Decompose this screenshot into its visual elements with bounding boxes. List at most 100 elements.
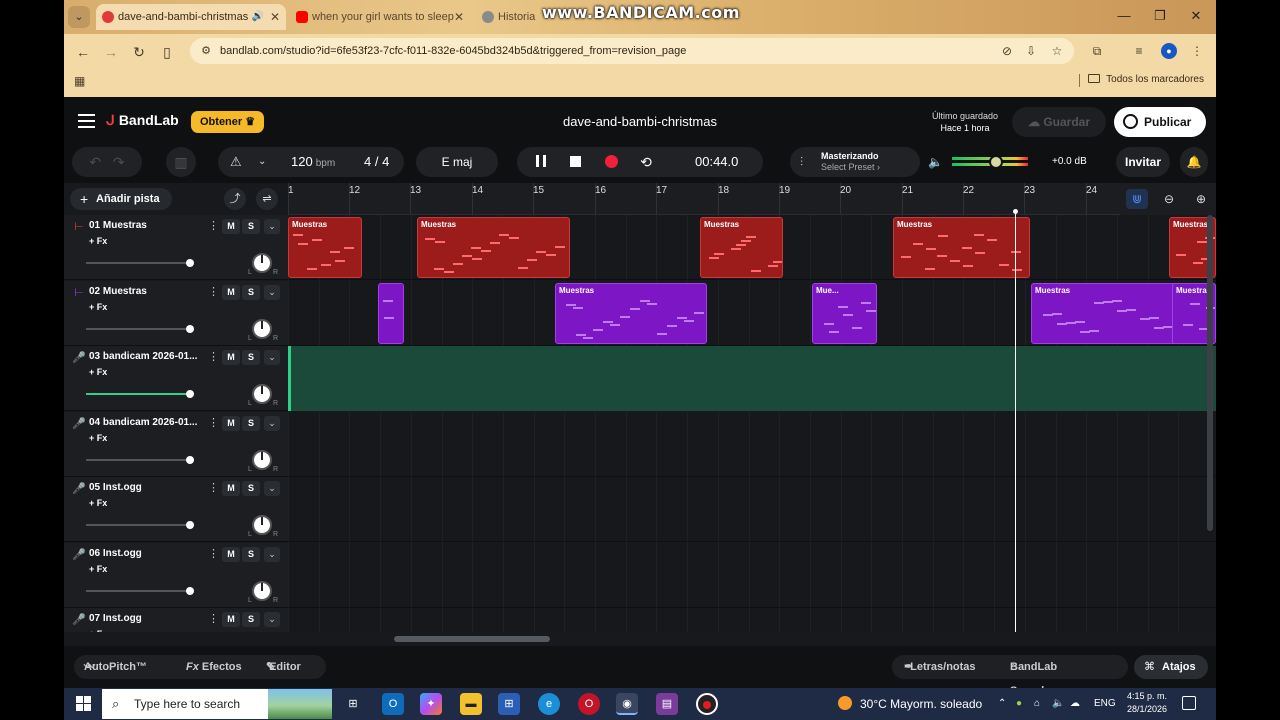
reload-button[interactable]: ↻ — [128, 41, 150, 63]
weather-widget[interactable]: 30°C Mayorm. soleado — [838, 688, 982, 720]
close-icon[interactable]: ✕ — [454, 4, 464, 30]
loop-icon[interactable]: ⟲ — [633, 147, 659, 177]
track-header[interactable]: ⊢ 01 Muestras ⋮ M S ⌄ + Fx L R — [64, 215, 288, 280]
mastering-button[interactable]: ⫶ Masterizando Select Preset › — [790, 147, 920, 177]
pan-knob[interactable] — [252, 253, 272, 273]
tab-search-button[interactable]: ⌄ — [68, 6, 90, 28]
track-name[interactable]: 05 Inst.ogg — [89, 482, 205, 493]
back-button[interactable]: ← — [72, 41, 94, 63]
window-close-button[interactable]: ✕ — [1178, 0, 1214, 32]
pan-knob[interactable] — [252, 580, 272, 601]
forward-button[interactable]: → — [100, 41, 122, 63]
add-fx-button[interactable]: + Fx — [89, 629, 107, 632]
language-indicator[interactable]: ENG — [1094, 688, 1116, 720]
chevron-down-icon[interactable]: ⌄ — [264, 481, 280, 496]
add-fx-button[interactable]: + Fx — [89, 498, 107, 508]
track-volume-slider[interactable] — [86, 589, 190, 592]
pan-knob[interactable] — [252, 449, 272, 470]
chevron-down-icon[interactable]: ⌄ — [264, 350, 280, 365]
track-more-icon[interactable]: ⋮ — [208, 481, 219, 494]
time-signature[interactable]: 4 / 4 — [364, 147, 389, 177]
scroll-thumb[interactable] — [394, 636, 550, 642]
edge-icon[interactable]: e — [538, 693, 560, 715]
file-explorer-icon[interactable]: ▬ — [460, 693, 482, 715]
add-fx-button[interactable]: + Fx — [89, 236, 107, 246]
speaker-icon[interactable]: 🔈 — [928, 147, 943, 177]
efectos-button[interactable]: Fx Efectos — [186, 655, 242, 679]
track-name[interactable]: 02 Muestras — [89, 286, 205, 297]
track-lane[interactable] — [288, 542, 1216, 608]
winrar-icon[interactable]: ▤ — [656, 693, 678, 715]
chevron-down-icon[interactable]: ⌄ — [264, 612, 280, 627]
add-track-button[interactable]: + Añadir pista — [70, 188, 172, 210]
mute-button[interactable]: M — [222, 546, 240, 562]
pause-button[interactable] — [528, 147, 554, 177]
outlook-icon[interactable]: O — [382, 693, 404, 715]
track-header[interactable]: 🎤 04 bandicam 2026-01... ⋮ M S ⌄ + Fx L R — [64, 411, 288, 477]
restore-button[interactable]: ❐ — [1142, 0, 1178, 32]
mute-button[interactable]: M — [222, 284, 240, 300]
track-lane[interactable]: Muestras Mue... Muestras Muestras — [288, 280, 1216, 346]
omnibox[interactable]: ⚙ bandlab.com/studio?id=6fe53f23-7cfc-f0… — [190, 38, 1074, 64]
letras-button[interactable]: ✒ Letras/notas — [904, 655, 976, 679]
track-volume-slider[interactable] — [86, 262, 190, 264]
track-more-icon[interactable]: ⋮ — [208, 285, 219, 298]
chevron-down-icon[interactable]: ⌄ — [264, 546, 280, 562]
guardar-button[interactable]: ☁ Guardar — [1012, 107, 1106, 137]
star-icon[interactable]: ☆ — [1048, 42, 1066, 60]
taskbar-clock[interactable]: 4:15 p. m. 28/1/2026 — [1124, 690, 1170, 716]
track-more-icon[interactable]: ⋮ — [208, 219, 219, 232]
project-title[interactable]: dave-and-bambi-christmas — [540, 97, 740, 147]
tempo-value[interactable]: 120 bpm — [291, 147, 335, 179]
audio-clip[interactable]: Muestras — [893, 217, 1030, 278]
notifications-icon[interactable] — [1182, 696, 1196, 710]
track-volume-handle[interactable] — [186, 390, 194, 398]
track-name[interactable]: 01 Muestras — [89, 220, 205, 231]
mute-button[interactable]: M — [222, 219, 240, 234]
bandicam-icon[interactable] — [696, 693, 718, 715]
automation-icon[interactable]: ⤴ — [224, 188, 246, 210]
hamburger-menu-icon[interactable] — [78, 114, 95, 128]
track-name[interactable]: 07 Inst.ogg — [89, 613, 205, 624]
audio-clip[interactable]: Muestras — [417, 217, 570, 278]
obtener-button[interactable]: Obtener ♛ — [191, 111, 265, 133]
zoom-out-icon[interactable]: ⊖ — [1158, 189, 1180, 209]
tray-app-icon[interactable]: ● — [1016, 688, 1022, 720]
vertical-scrollbar[interactable] — [1207, 215, 1213, 531]
atajos-button[interactable]: ⌘ Atajos — [1134, 655, 1208, 679]
track-more-icon[interactable]: ⋮ — [208, 350, 219, 363]
track-volume-handle[interactable] — [186, 324, 194, 333]
tray-chevron-icon[interactable]: ⌃ — [998, 688, 1006, 720]
solo-button[interactable]: S — [242, 219, 260, 234]
mute-button[interactable]: M — [222, 481, 240, 496]
opera-icon[interactable]: O — [578, 693, 600, 715]
store-icon[interactable]: ⊞ — [498, 693, 520, 715]
track-volume-handle[interactable] — [186, 521, 194, 529]
copilot-icon[interactable]: ✦ — [420, 693, 442, 715]
master-volume-slider[interactable] — [952, 155, 1028, 169]
chevron-down-icon[interactable]: ⌄ — [264, 219, 280, 234]
add-fx-button[interactable]: + Fx — [89, 564, 107, 574]
track-lane[interactable] — [288, 346, 1216, 411]
piano-keys-button[interactable]: ▥ — [166, 147, 196, 177]
pan-knob[interactable] — [252, 318, 272, 339]
mute-button[interactable]: M — [222, 350, 240, 365]
playhead-handle[interactable] — [1013, 209, 1018, 214]
profile-avatar[interactable]: ● — [1161, 43, 1177, 59]
redo-icon[interactable]: ↷ — [113, 154, 125, 170]
track-volume-handle[interactable] — [186, 455, 194, 464]
track-more-icon[interactable]: ⋮ — [208, 612, 219, 625]
extensions-icon[interactable]: ⧉ — [1088, 42, 1106, 60]
track-lane[interactable] — [288, 608, 1216, 632]
track-header[interactable]: 🎤 05 Inst.ogg ⋮ M S ⌄ + Fx L R — [64, 477, 288, 542]
apps-grid-icon[interactable]: ▦ — [74, 74, 85, 88]
track-volume-slider[interactable] — [86, 458, 190, 461]
audio-clip[interactable]: Mue... — [812, 282, 877, 344]
track-volume-handle[interactable] — [186, 586, 194, 595]
metronome-icon[interactable]: ⚠ — [230, 147, 242, 177]
playhead[interactable] — [1015, 211, 1016, 646]
solo-button[interactable]: S — [242, 481, 260, 496]
mute-button[interactable]: M — [222, 612, 240, 627]
bell-icon[interactable]: 🔔 — [1180, 147, 1208, 177]
track-lane[interactable] — [288, 411, 1216, 477]
